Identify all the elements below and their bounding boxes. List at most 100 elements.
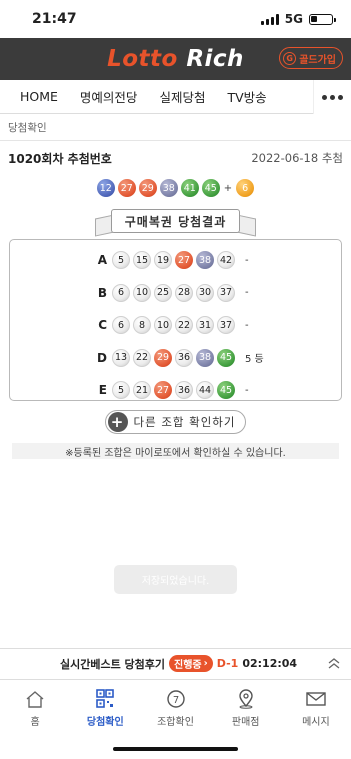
result-rank: 5 등	[245, 354, 264, 366]
picked-ball: 6	[112, 283, 130, 302]
picked-ball: 25	[154, 283, 172, 302]
picked-ball: 31	[196, 316, 214, 335]
result-row-balls: 13 22 29 36 38 45	[112, 348, 235, 367]
picked-ball: 37	[217, 283, 235, 302]
live-status-badge: 진행중 ›	[169, 655, 213, 672]
check-other-combo-label: 다른 조합 확인하기	[133, 415, 236, 429]
breadcrumb: 당첨확인	[0, 114, 351, 141]
bottom-nav-home[interactable]: 홈	[0, 680, 70, 739]
picked-ball: 38	[196, 251, 214, 270]
signal-icon	[260, 13, 279, 25]
result-rank: -	[245, 254, 249, 266]
draw-title: 1020회차 추첨번호	[8, 151, 112, 166]
chevron-up-icon[interactable]	[327, 656, 341, 670]
saved-toast: 저장되었습니다.	[114, 565, 237, 594]
winning-ball: 38	[159, 179, 178, 197]
more-menu-icon[interactable]	[313, 80, 351, 114]
winning-ball: 45	[201, 179, 220, 197]
picked-ball: 37	[217, 316, 235, 335]
picked-ball: 22	[175, 316, 193, 335]
live-review-bar[interactable]: 실시간베스트 당첨후기 진행중 › D-1 02:12:04	[0, 648, 351, 678]
result-rank: -	[245, 319, 249, 331]
svg-text:7: 7	[172, 695, 178, 706]
winning-ball: 29	[138, 179, 157, 197]
result-row: B 6 10 25 28 30 37-	[10, 277, 341, 310]
winning-ball: 27	[117, 179, 136, 197]
result-row: E 5 21 27 36 44 45-	[10, 374, 341, 407]
brand-bar: Lotto Rich G 골드가입	[0, 38, 351, 80]
picked-ball: 5	[112, 251, 130, 270]
result-row-label: D	[97, 350, 107, 365]
bottom-nav-win-check[interactable]: 당첨확인	[70, 680, 140, 739]
status-bar: 21:47 5G	[0, 0, 351, 38]
winning-ball: 12	[96, 179, 115, 197]
result-row-label: E	[98, 383, 107, 398]
plus-icon: +	[107, 412, 128, 432]
bonus-ball: 6	[236, 179, 255, 197]
result-rank: -	[245, 384, 249, 396]
check-other-combo-button[interactable]: + 다른 조합 확인하기	[104, 410, 247, 434]
picked-ball: 27	[175, 251, 193, 270]
result-row-label: A	[97, 253, 107, 268]
picked-ball: 8	[133, 316, 151, 335]
winning-ball: 41	[180, 179, 199, 197]
network-label: 5G	[284, 12, 303, 26]
top-nav: HOME 명예의전당 실제당첨 TV방송	[0, 80, 351, 114]
result-row-balls: 5 15 19 27 38 42	[112, 251, 235, 270]
tab-real-wins[interactable]: 실제당첨	[137, 87, 205, 106]
picked-ball: 42	[217, 251, 235, 270]
bonus-plus-sign: +	[223, 182, 233, 194]
picked-ball: 29	[154, 348, 172, 367]
result-rank: -	[245, 287, 249, 299]
result-row-label: B	[97, 285, 107, 300]
home-indicator	[113, 747, 238, 751]
results-ribbon: 구매복권 당첨결과	[0, 209, 351, 237]
picked-ball: 19	[154, 251, 172, 270]
picked-ball: 10	[154, 316, 172, 335]
draw-header: 1020회차 추첨번호 2022-06-18 추첨	[0, 145, 351, 171]
live-dday: D-1	[216, 657, 239, 670]
results-title: 구매복권 당첨결과	[110, 209, 241, 233]
tab-hall-of-fame[interactable]: 명예의전당	[58, 87, 138, 106]
bottom-nav-combo-check[interactable]: 7 조합확인	[140, 680, 210, 739]
tab-tv[interactable]: TV방송	[205, 87, 266, 106]
tab-home[interactable]: HOME	[0, 89, 58, 104]
result-row: A 5 15 19 27 38 42-	[10, 244, 341, 277]
live-title: 실시간베스트 당첨후기	[60, 657, 166, 671]
chevron-right-icon: ›	[203, 658, 208, 669]
picked-ball: 22	[133, 348, 151, 367]
notice-text: ※등록된 조합은 마이로또에서 확인하실 수 있습니다.	[12, 443, 339, 459]
results-box: A 5 15 19 27 38 42- B 6 10 25 28 30 37- C 6 8 10 22 31 37- D 1…	[9, 239, 342, 401]
result-row: C 6 8 10 22 31 37-	[10, 309, 341, 342]
lucky-seven-icon: 7	[166, 690, 185, 708]
picked-ball: 38	[196, 348, 214, 367]
gold-join-label: 골드가입	[299, 54, 336, 66]
picked-ball: 45	[217, 381, 235, 400]
picked-ball: 10	[133, 283, 151, 302]
draw-date: 2022-06-18 추첨	[251, 151, 343, 165]
status-time: 21:47	[32, 11, 77, 27]
winning-numbers: 12 27 29 38 41 45 +6	[0, 177, 351, 199]
picked-ball: 45	[217, 348, 235, 367]
result-row-balls: 6 10 25 28 30 37	[112, 283, 235, 302]
envelope-icon	[306, 692, 326, 706]
gold-icon: G	[283, 51, 297, 65]
map-pin-icon	[239, 689, 253, 709]
gold-join-button[interactable]: G 골드가입	[279, 47, 343, 69]
result-row-balls: 5 21 27 36 44 45	[112, 381, 235, 400]
picked-ball: 28	[175, 283, 193, 302]
bottom-nav-store[interactable]: 판매점	[211, 680, 281, 739]
result-row: D 13 22 29 36 38 45 5 등	[10, 342, 341, 375]
status-indicators: 5G	[260, 12, 336, 26]
picked-ball: 5	[112, 381, 130, 400]
app-logo[interactable]: Lotto Rich	[107, 46, 244, 72]
result-row-balls: 6 8 10 22 31 37	[112, 316, 235, 335]
picked-ball: 13	[112, 348, 130, 367]
picked-ball: 44	[196, 381, 214, 400]
picked-ball: 21	[133, 381, 151, 400]
picked-ball: 15	[133, 251, 151, 270]
bottom-nav-message[interactable]: 메시지	[281, 680, 351, 739]
picked-ball: 27	[154, 381, 172, 400]
qr-code-icon	[96, 689, 115, 708]
picked-ball: 36	[175, 348, 193, 367]
